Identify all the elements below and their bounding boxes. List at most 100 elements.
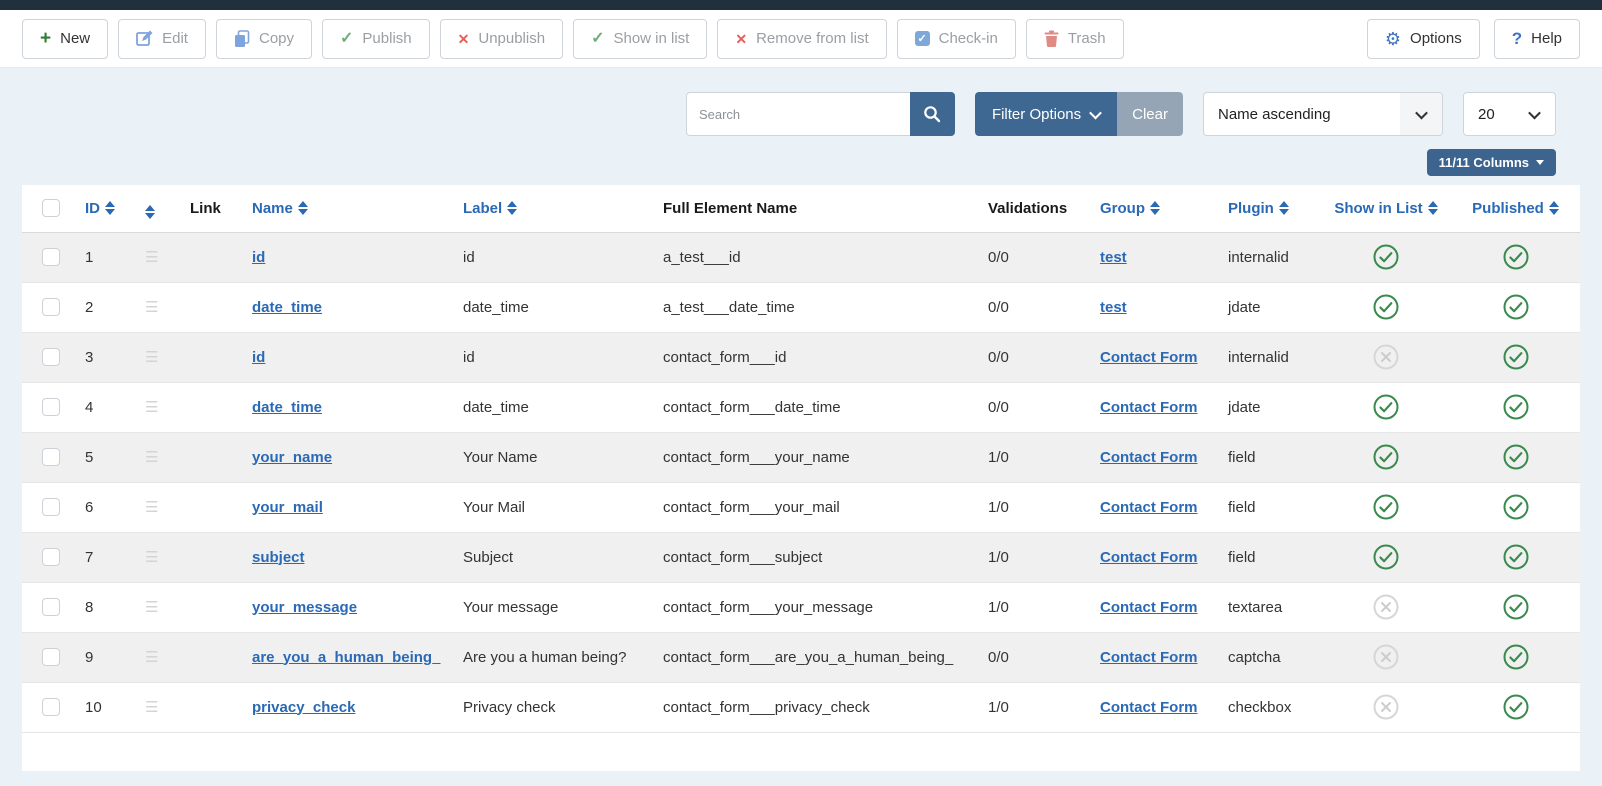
group-link[interactable]: Contact Form xyxy=(1100,399,1198,416)
group-link[interactable]: Contact Form xyxy=(1100,699,1198,716)
column-header-published: Published xyxy=(1451,185,1580,232)
toolbar-button-publish[interactable]: ✓Publish xyxy=(322,19,430,59)
sort-toggle-label[interactable]: Label xyxy=(463,200,517,217)
drag-handle-icon[interactable]: ☰ xyxy=(145,299,159,316)
sort-up-arrow xyxy=(298,201,308,207)
published-yes-icon[interactable] xyxy=(1502,398,1530,415)
drag-handle-icon[interactable]: ☰ xyxy=(145,599,159,616)
select-all-checkbox[interactable] xyxy=(42,199,60,217)
sort-toggle-id[interactable]: ID xyxy=(85,200,115,217)
search-input[interactable] xyxy=(686,92,910,136)
drag-handle-icon[interactable]: ☰ xyxy=(145,649,159,666)
toolbar-button-options[interactable]: ⚙Options xyxy=(1367,19,1480,59)
sort-down-arrow xyxy=(507,209,517,215)
element-name-link[interactable]: subject xyxy=(252,549,305,566)
cell-select xyxy=(22,582,78,632)
drag-handle-icon[interactable]: ☰ xyxy=(145,499,159,516)
limit-select[interactable]: 20 xyxy=(1463,92,1556,136)
sort-toggle-published[interactable]: Published xyxy=(1472,200,1559,217)
row-checkbox[interactable] xyxy=(42,298,60,316)
show-in-list-no-icon[interactable] xyxy=(1372,698,1400,715)
group-link[interactable]: Contact Form xyxy=(1100,549,1198,566)
column-header-link: Link xyxy=(183,185,245,232)
columns-toggle-button[interactable]: 11/11 Columns xyxy=(1427,149,1556,176)
published-yes-icon[interactable] xyxy=(1502,298,1530,315)
search-button[interactable] xyxy=(910,92,955,136)
row-checkbox[interactable] xyxy=(42,698,60,716)
element-name-link[interactable]: id xyxy=(252,249,265,266)
published-yes-icon[interactable] xyxy=(1502,648,1530,665)
sort-toggle-group[interactable]: Group xyxy=(1100,200,1160,217)
toolbar-button-unpublish[interactable]: ✕Unpublish xyxy=(440,19,563,59)
element-name-link[interactable]: date_time xyxy=(252,399,322,416)
column-header-group: Group xyxy=(1093,185,1221,232)
drag-handle-icon[interactable]: ☰ xyxy=(145,249,159,266)
clear-button[interactable]: Clear xyxy=(1117,92,1183,136)
element-name-link[interactable]: are_you_a_human_being_ xyxy=(252,649,440,666)
cell-published xyxy=(1451,332,1580,382)
toolbar-button-new[interactable]: +New xyxy=(22,19,108,59)
show-in-list-yes-icon[interactable] xyxy=(1372,548,1400,565)
group-link[interactable]: Contact Form xyxy=(1100,499,1198,516)
show-in-list-yes-icon[interactable] xyxy=(1372,448,1400,465)
element-name-link[interactable]: id xyxy=(252,349,265,366)
group-link[interactable]: Contact Form xyxy=(1100,449,1198,466)
row-checkbox[interactable] xyxy=(42,548,60,566)
show-in-list-no-icon[interactable] xyxy=(1372,598,1400,615)
row-checkbox[interactable] xyxy=(42,398,60,416)
row-checkbox[interactable] xyxy=(42,648,60,666)
group-link[interactable]: Contact Form xyxy=(1100,649,1198,666)
show-in-list-yes-icon[interactable] xyxy=(1372,248,1400,265)
toolbar-button-edit[interactable]: Edit xyxy=(118,19,206,59)
drag-handle-icon[interactable]: ☰ xyxy=(145,399,159,416)
toolbar-button-check-in[interactable]: ✓Check-in xyxy=(897,19,1016,59)
published-yes-icon[interactable] xyxy=(1502,698,1530,715)
drag-handle-icon[interactable]: ☰ xyxy=(145,699,159,716)
published-yes-icon[interactable] xyxy=(1502,248,1530,265)
drag-handle-icon[interactable]: ☰ xyxy=(145,549,159,566)
row-checkbox[interactable] xyxy=(42,348,60,366)
show-in-list-no-icon[interactable] xyxy=(1372,348,1400,365)
filter-options-button[interactable]: Filter Options xyxy=(975,92,1117,136)
toolbar-button-copy[interactable]: Copy xyxy=(216,19,312,59)
row-checkbox[interactable] xyxy=(42,598,60,616)
sort-toggle-order[interactable] xyxy=(145,205,155,219)
cell-label: date_time xyxy=(456,282,656,332)
sort-select[interactable]: Name ascending xyxy=(1203,92,1443,136)
toolbar-button-trash[interactable]: Trash xyxy=(1026,19,1124,59)
toolbar-button-show-in-list[interactable]: ✓Show in list xyxy=(573,19,707,59)
sort-up-arrow xyxy=(105,201,115,207)
show-in-list-yes-icon[interactable] xyxy=(1372,298,1400,315)
sort-toggle-show-in-list[interactable]: Show in List xyxy=(1334,200,1437,217)
published-yes-icon[interactable] xyxy=(1502,498,1530,515)
show-in-list-yes-icon[interactable] xyxy=(1372,398,1400,415)
element-name-link[interactable]: your_mail xyxy=(252,499,323,516)
sort-toggle-name[interactable]: Name xyxy=(252,200,308,217)
group-link[interactable]: test xyxy=(1100,249,1127,266)
toolbar-button-remove-from-list[interactable]: ✕Remove from list xyxy=(717,19,886,59)
drag-handle-icon[interactable]: ☰ xyxy=(145,449,159,466)
element-name-link[interactable]: your_name xyxy=(252,449,332,466)
group-link[interactable]: Contact Form xyxy=(1100,599,1198,616)
element-name-link[interactable]: your_message xyxy=(252,599,357,616)
row-checkbox[interactable] xyxy=(42,498,60,516)
row-checkbox[interactable] xyxy=(42,448,60,466)
show-in-list-yes-icon[interactable] xyxy=(1372,498,1400,515)
published-yes-icon[interactable] xyxy=(1502,598,1530,615)
cell-group: Contact Form xyxy=(1093,582,1221,632)
row-checkbox[interactable] xyxy=(42,248,60,266)
show-in-list-no-icon[interactable] xyxy=(1372,648,1400,665)
toolbar-button-help[interactable]: ?Help xyxy=(1494,19,1580,59)
header-label: Group xyxy=(1100,200,1145,217)
element-name-link[interactable]: privacy_check xyxy=(252,699,355,716)
sort-down-arrow xyxy=(1279,209,1289,215)
element-name-link[interactable]: date_time xyxy=(252,299,322,316)
sort-toggle-plugin[interactable]: Plugin xyxy=(1228,200,1289,217)
drag-handle-icon[interactable]: ☰ xyxy=(145,349,159,366)
group-link[interactable]: test xyxy=(1100,299,1127,316)
published-yes-icon[interactable] xyxy=(1502,348,1530,365)
published-yes-icon[interactable] xyxy=(1502,448,1530,465)
search-group xyxy=(686,92,955,136)
published-yes-icon[interactable] xyxy=(1502,548,1530,565)
group-link[interactable]: Contact Form xyxy=(1100,349,1198,366)
